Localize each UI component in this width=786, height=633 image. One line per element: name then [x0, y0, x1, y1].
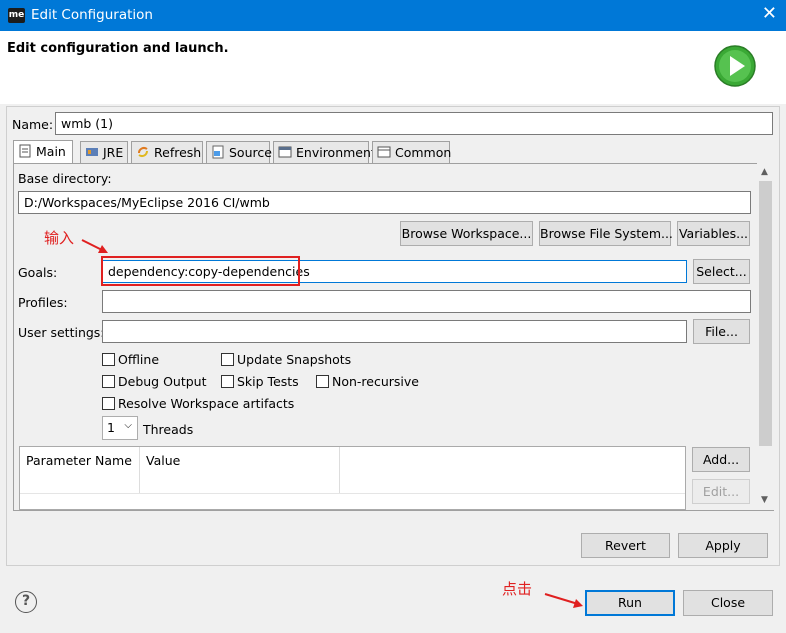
add-parameter-button[interactable]: Add...	[692, 447, 750, 472]
edit-parameter-button: Edit...	[692, 479, 750, 504]
checkbox-box[interactable]	[221, 353, 234, 366]
profiles-label: Profiles:	[18, 295, 68, 310]
close-button[interactable]: Close	[683, 590, 773, 616]
variables-button[interactable]: Variables...	[677, 221, 750, 246]
tab-refresh[interactable]: Refresh	[131, 141, 203, 163]
resolve-workspace-label: Resolve Workspace artifacts	[118, 396, 295, 411]
non-recursive-label: Non-recursive	[332, 374, 419, 389]
refresh-icon	[136, 145, 151, 159]
run-launch-icon	[714, 45, 756, 87]
file-button[interactable]: File...	[693, 319, 750, 344]
myeclipse-logo-icon: me	[8, 8, 25, 23]
user-settings-label: User settings:	[18, 325, 105, 340]
common-icon	[377, 145, 392, 159]
tab-source-label: Source	[229, 145, 272, 160]
non-recursive-checkbox[interactable]: Non-recursive	[316, 374, 419, 389]
base-directory-label: Base directory:	[18, 171, 112, 186]
vertical-scrollbar[interactable]: ▲ ▼	[757, 163, 774, 510]
input-annotation: 输入	[44, 229, 75, 247]
tab-jre-label: JRE	[103, 145, 124, 160]
tab-environment[interactable]: Environment	[273, 141, 376, 163]
checkbox-box[interactable]	[102, 397, 115, 410]
update-snapshots-checkbox[interactable]: Update Snapshots	[221, 352, 351, 367]
update-snapshots-label: Update Snapshots	[237, 352, 352, 367]
threads-select[interactable]: 1 ⌵	[102, 416, 138, 440]
header-title: Edit configuration and launch.	[7, 41, 229, 56]
threads-value: 1	[107, 420, 115, 435]
parameter-table[interactable]: Parameter Name Value	[19, 446, 686, 510]
arrow-to-run	[544, 593, 583, 608]
run-button[interactable]: Run	[585, 590, 675, 616]
user-settings-input[interactable]	[102, 320, 687, 343]
tab-source[interactable]: Source	[206, 141, 272, 163]
tab-refresh-label: Refresh	[154, 145, 202, 160]
goals-label: Goals:	[18, 265, 58, 280]
checkbox-box[interactable]	[316, 375, 329, 388]
tab-common-label: Common	[395, 145, 452, 160]
apply-button[interactable]: Apply	[678, 533, 768, 558]
scrollbar-thumb[interactable]	[759, 181, 772, 446]
close-icon[interactable]: ✕	[762, 4, 777, 24]
offline-label: Offline	[118, 352, 160, 367]
offline-checkbox[interactable]: Offline	[102, 352, 159, 367]
page-icon	[18, 144, 33, 158]
tab-main-label: Main	[36, 144, 66, 159]
jre-icon	[85, 145, 100, 159]
tab-common[interactable]: Common	[372, 141, 452, 163]
window-title: Edit Configuration	[31, 7, 153, 23]
goals-highlight-box	[101, 256, 300, 286]
revert-button[interactable]: Revert	[581, 533, 670, 558]
chevron-down-icon: ⌵	[124, 420, 132, 431]
scroll-up-icon[interactable]: ▲	[761, 167, 768, 177]
browse-workspace-button[interactable]: Browse Workspace...	[400, 221, 533, 246]
click-annotation: 点击	[502, 580, 533, 598]
table-row	[20, 493, 685, 494]
column-header-parameter-name[interactable]: Parameter Name	[20, 447, 140, 493]
name-label: Name:	[12, 117, 54, 132]
base-directory-input[interactable]: D:/Workspaces/MyEclipse 2016 CI/wmb	[18, 191, 751, 214]
browse-file-system-button[interactable]: Browse File System...	[539, 221, 673, 246]
checkbox-box[interactable]	[102, 353, 115, 366]
column-header-value[interactable]: Value	[140, 447, 340, 493]
skip-tests-label: Skip Tests	[237, 374, 299, 389]
checkbox-box[interactable]	[221, 375, 234, 388]
debug-output-label: Debug Output	[118, 374, 207, 389]
skip-tests-checkbox[interactable]: Skip Tests	[221, 374, 299, 389]
profiles-input[interactable]	[102, 290, 751, 313]
scroll-down-icon[interactable]: ▼	[761, 495, 768, 505]
name-input[interactable]: wmb (1)	[55, 112, 773, 135]
dialog-header: Edit configuration and launch.	[0, 31, 786, 104]
tab-environment-label: Environment	[296, 145, 376, 160]
threads-label: Threads	[143, 422, 194, 437]
debug-output-checkbox[interactable]: Debug Output	[102, 374, 207, 389]
source-icon	[211, 145, 226, 159]
tab-main[interactable]: Main	[13, 140, 73, 164]
help-icon[interactable]: ?	[15, 591, 37, 613]
checkbox-box[interactable]	[102, 375, 115, 388]
resolve-workspace-checkbox[interactable]: Resolve Workspace artifacts	[102, 396, 294, 411]
environment-icon	[278, 145, 293, 159]
select-goals-button[interactable]: Select...	[693, 259, 750, 284]
tab-jre[interactable]: JRE	[80, 141, 128, 163]
title-bar: me Edit Configuration ✕	[0, 0, 786, 31]
